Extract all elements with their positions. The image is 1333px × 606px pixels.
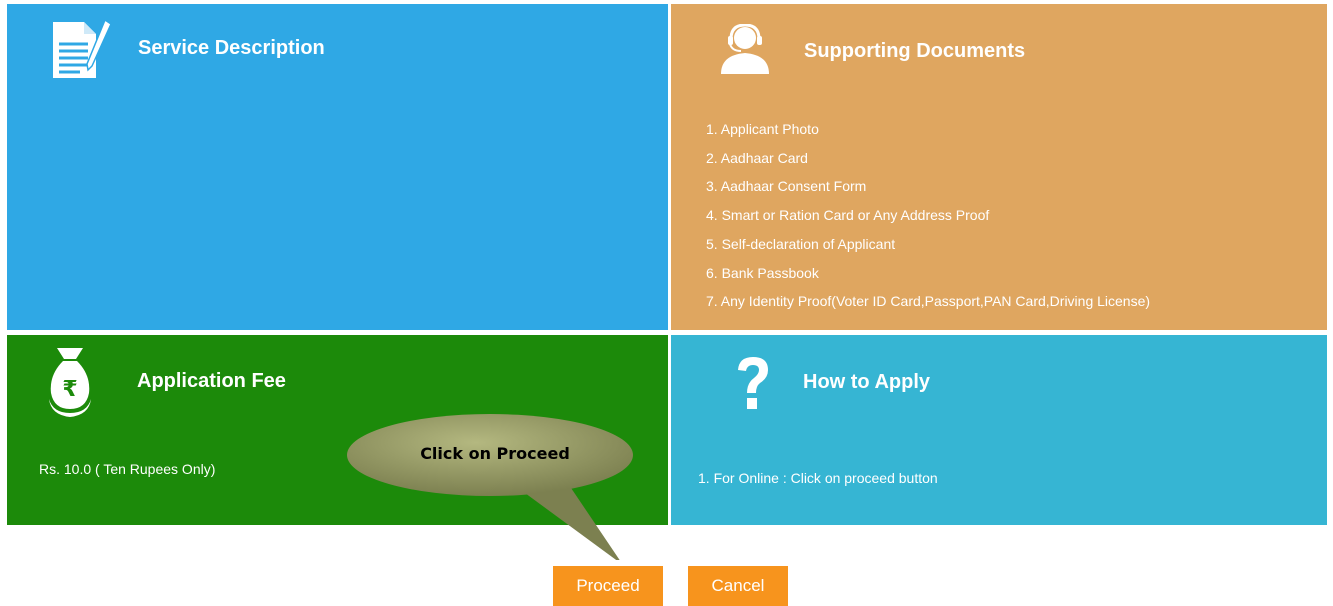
question-mark-icon bbox=[735, 356, 771, 417]
application-fee-amount: Rs. 10.0 ( Ten Rupees Only) bbox=[39, 461, 216, 477]
how-to-apply-panel: How to Apply 1. For Online : Click on pr… bbox=[671, 335, 1327, 525]
supporting-documents-list: 1. Applicant Photo 2. Aadhaar Card 3. Aa… bbox=[706, 115, 1150, 316]
rupee-money-bag-icon: ₹ bbox=[47, 345, 93, 424]
proceed-button[interactable]: Proceed bbox=[553, 566, 663, 606]
supporting-documents-title: Supporting Documents bbox=[804, 40, 1026, 62]
list-item: 5. Self-declaration of Applicant bbox=[706, 235, 896, 252]
list-item: 3. Aadhaar Consent Form bbox=[706, 178, 867, 195]
svg-text:₹: ₹ bbox=[62, 377, 77, 402]
list-item: 7. Any Identity Proof(Voter ID Card,Pass… bbox=[706, 293, 1151, 310]
application-fee-panel: ₹ Application Fee Rs. 10.0 ( Ten Rupees … bbox=[7, 335, 668, 525]
list-item: 4. Smart or Ration Card or Any Address P… bbox=[706, 207, 990, 224]
supporting-documents-panel: Supporting Documents 1. Applicant Photo … bbox=[671, 4, 1327, 330]
service-description-panel: Service Description bbox=[7, 4, 668, 330]
callout-text: Click on Proceed bbox=[420, 444, 570, 463]
list-item: 2. Aadhaar Card bbox=[706, 149, 808, 166]
service-description-title: Service Description bbox=[138, 37, 325, 59]
list-item: 6. Bank Passbook bbox=[706, 264, 819, 281]
how-to-apply-title: How to Apply bbox=[803, 371, 931, 393]
list-item: 1. Applicant Photo bbox=[706, 121, 819, 137]
user-icon bbox=[718, 23, 772, 81]
cancel-button[interactable]: Cancel bbox=[688, 566, 788, 606]
how-to-apply-step: 1. For Online : Click on proceed button bbox=[698, 470, 938, 486]
application-fee-title: Application Fee bbox=[137, 370, 286, 392]
document-pen-icon bbox=[50, 18, 116, 87]
